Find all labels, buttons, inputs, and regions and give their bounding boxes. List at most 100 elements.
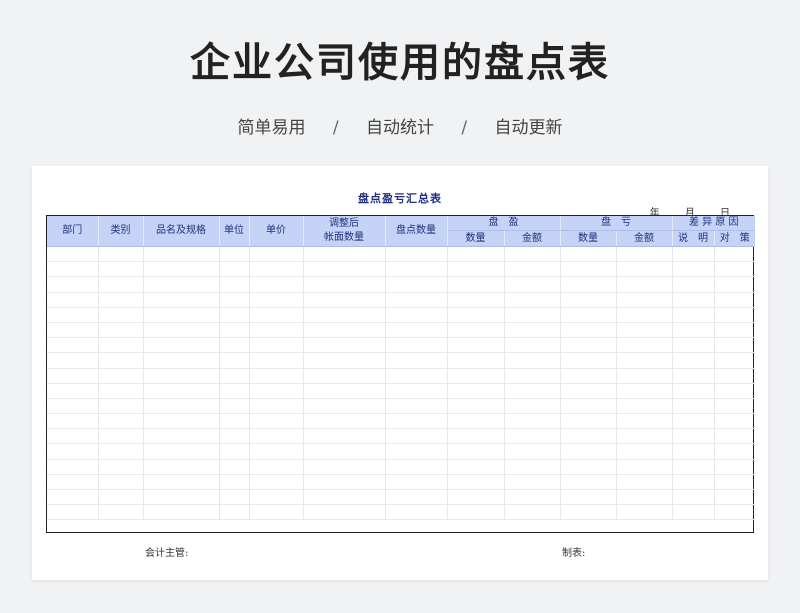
table-cell[interactable] bbox=[98, 383, 144, 399]
table-cell[interactable] bbox=[143, 337, 220, 354]
table-cell[interactable] bbox=[47, 428, 99, 445]
table-cell[interactable] bbox=[249, 352, 304, 369]
table-cell[interactable] bbox=[47, 261, 99, 278]
table-cell[interactable] bbox=[504, 292, 561, 308]
table-cell[interactable] bbox=[143, 352, 220, 369]
table-cell[interactable] bbox=[47, 276, 99, 293]
table-cell[interactable] bbox=[98, 413, 144, 430]
table-cell[interactable] bbox=[504, 489, 561, 506]
table-cell[interactable] bbox=[249, 276, 304, 293]
table-cell[interactable] bbox=[47, 504, 99, 521]
table-cell[interactable] bbox=[672, 413, 715, 430]
table-cell[interactable] bbox=[385, 307, 448, 323]
table-cell[interactable] bbox=[560, 322, 617, 339]
table-cell[interactable] bbox=[98, 322, 144, 339]
table-cell[interactable] bbox=[219, 398, 250, 415]
table-cell[interactable] bbox=[303, 292, 386, 308]
table-cell[interactable] bbox=[98, 474, 144, 491]
table-cell[interactable] bbox=[714, 413, 756, 430]
table-cell[interactable] bbox=[714, 307, 756, 323]
table-cell[interactable] bbox=[385, 383, 448, 399]
table-cell[interactable] bbox=[98, 459, 144, 475]
table-cell[interactable] bbox=[504, 474, 561, 491]
table-cell[interactable] bbox=[98, 246, 144, 263]
table-cell[interactable] bbox=[385, 398, 448, 415]
table-cell[interactable] bbox=[303, 413, 386, 430]
table-cell[interactable] bbox=[560, 337, 617, 354]
table-cell[interactable] bbox=[672, 352, 715, 369]
table-cell[interactable] bbox=[219, 352, 250, 369]
table-cell[interactable] bbox=[504, 276, 561, 293]
table-cell[interactable] bbox=[672, 489, 715, 506]
table-cell[interactable] bbox=[560, 398, 617, 415]
table-cell[interactable] bbox=[447, 337, 505, 354]
table-cell[interactable] bbox=[47, 413, 99, 430]
table-cell[interactable] bbox=[303, 459, 386, 475]
table-cell[interactable] bbox=[219, 368, 250, 384]
table-cell[interactable] bbox=[98, 443, 144, 460]
table-cell[interactable] bbox=[47, 307, 99, 323]
table-cell[interactable] bbox=[672, 337, 715, 354]
table-cell[interactable] bbox=[249, 459, 304, 475]
table-cell[interactable] bbox=[143, 459, 220, 475]
table-cell[interactable] bbox=[143, 489, 220, 506]
table-cell[interactable] bbox=[143, 276, 220, 293]
table-cell[interactable] bbox=[143, 443, 220, 460]
table-cell[interactable] bbox=[303, 428, 386, 445]
table-cell[interactable] bbox=[143, 246, 220, 263]
table-cell[interactable] bbox=[560, 276, 617, 293]
table-cell[interactable] bbox=[504, 352, 561, 369]
table-cell[interactable] bbox=[249, 474, 304, 491]
table-cell[interactable] bbox=[714, 261, 756, 278]
table-cell[interactable] bbox=[249, 443, 304, 460]
table-cell[interactable] bbox=[385, 352, 448, 369]
table-cell[interactable] bbox=[714, 443, 756, 460]
table-cell[interactable] bbox=[560, 368, 617, 384]
table-cell[interactable] bbox=[447, 443, 505, 460]
table-cell[interactable] bbox=[98, 292, 144, 308]
table-cell[interactable] bbox=[616, 246, 673, 263]
table-cell[interactable] bbox=[714, 398, 756, 415]
table-cell[interactable] bbox=[616, 459, 673, 475]
table-cell[interactable] bbox=[672, 261, 715, 278]
table-cell[interactable] bbox=[447, 398, 505, 415]
table-cell[interactable] bbox=[504, 307, 561, 323]
table-cell[interactable] bbox=[47, 368, 99, 384]
table-cell[interactable] bbox=[98, 368, 144, 384]
table-cell[interactable] bbox=[385, 276, 448, 293]
table-cell[interactable] bbox=[47, 398, 99, 415]
table-cell[interactable] bbox=[504, 459, 561, 475]
table-cell[interactable] bbox=[143, 322, 220, 339]
table-cell[interactable] bbox=[219, 428, 250, 445]
table-cell[interactable] bbox=[560, 261, 617, 278]
table-cell[interactable] bbox=[560, 459, 617, 475]
table-cell[interactable] bbox=[249, 322, 304, 339]
table-cell[interactable] bbox=[143, 261, 220, 278]
table-cell[interactable] bbox=[447, 261, 505, 278]
table-cell[interactable] bbox=[714, 246, 756, 263]
table-cell[interactable] bbox=[143, 398, 220, 415]
table-cell[interactable] bbox=[447, 246, 505, 263]
table-cell[interactable] bbox=[219, 337, 250, 354]
table-cell[interactable] bbox=[47, 474, 99, 491]
table-cell[interactable] bbox=[447, 459, 505, 475]
table-cell[interactable] bbox=[714, 383, 756, 399]
table-cell[interactable] bbox=[303, 368, 386, 384]
table-cell[interactable] bbox=[616, 504, 673, 521]
table-cell[interactable] bbox=[98, 504, 144, 521]
table-cell[interactable] bbox=[47, 292, 99, 308]
table-cell[interactable] bbox=[672, 276, 715, 293]
table-cell[interactable] bbox=[672, 504, 715, 521]
table-cell[interactable] bbox=[385, 261, 448, 278]
table-cell[interactable] bbox=[219, 246, 250, 263]
table-cell[interactable] bbox=[447, 322, 505, 339]
table-cell[interactable] bbox=[504, 413, 561, 430]
table-cell[interactable] bbox=[616, 413, 673, 430]
table-cell[interactable] bbox=[672, 398, 715, 415]
table-cell[interactable] bbox=[504, 443, 561, 460]
table-cell[interactable] bbox=[714, 504, 756, 521]
table-cell[interactable] bbox=[616, 443, 673, 460]
table-cell[interactable] bbox=[303, 307, 386, 323]
table-cell[interactable] bbox=[385, 246, 448, 263]
table-cell[interactable] bbox=[249, 428, 304, 445]
